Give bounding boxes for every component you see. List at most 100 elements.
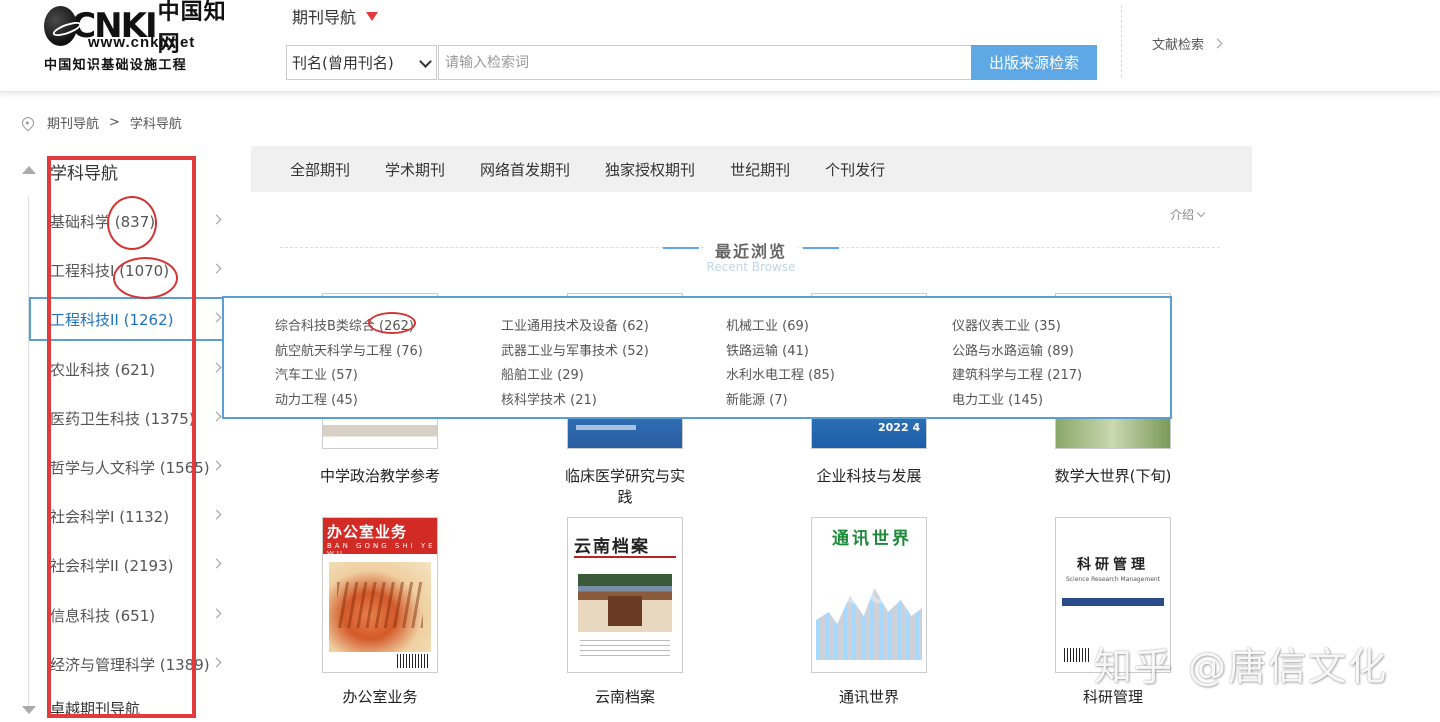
cover-title-band: 办公室业务 BAN GONG SHI YE WU xyxy=(323,518,437,558)
sidebar-item-label: 基础科学 (837) xyxy=(50,212,156,231)
submenu-item[interactable]: 核科学技术 (21) xyxy=(501,389,597,408)
logo-url: www.cnki.net xyxy=(88,34,196,51)
journal-cover[interactable]: 通讯世界 5G xyxy=(811,517,927,673)
cover-text-lines xyxy=(580,640,670,660)
excellent-journal-nav[interactable]: 卓越期刊导航 xyxy=(50,698,140,719)
sidebar-item-label: 工程科技I (1070) xyxy=(50,261,170,280)
journal-nav-menu[interactable]: 期刊导航 xyxy=(292,4,379,28)
submenu-item[interactable]: 武器工业与军事技术 (52) xyxy=(501,340,649,359)
journal-item: 云南档案 云南档案 xyxy=(550,517,700,708)
submenu-item[interactable]: 铁路运输 (41) xyxy=(726,340,809,359)
journal-item: 临床医学研究与实践 xyxy=(550,466,700,508)
journal-cover[interactable] xyxy=(567,419,683,449)
chevron-right-icon xyxy=(211,214,222,225)
journal-item: 中学政治教学参考 xyxy=(305,466,455,487)
breadcrumb-item-subject-nav[interactable]: 学科导航 xyxy=(130,113,182,132)
sidebar-item-information-tech[interactable]: 信息科技 (651) xyxy=(50,602,225,628)
chevron-down-icon xyxy=(1196,208,1206,218)
submenu-item[interactable]: 电力工业 (145) xyxy=(952,389,1043,408)
journal-name[interactable]: 数学大世界(下旬) xyxy=(1038,466,1188,487)
submenu-item[interactable]: 船舶工业 (29) xyxy=(501,364,584,383)
search-input[interactable] xyxy=(438,45,972,80)
chevron-right-icon xyxy=(211,608,222,619)
journal-name[interactable]: 企业科技与发展 xyxy=(794,466,944,487)
journal-item: 办公室业务 BAN GONG SHI YE WU 办公室业务 xyxy=(305,517,455,708)
sidebar-item-label: 社会科学I (1132) xyxy=(50,507,170,526)
source-search-button[interactable]: 出版来源检索 xyxy=(971,45,1097,80)
chevron-right-icon xyxy=(211,657,222,668)
sidebar-item-humanities[interactable]: 哲学与人文科学 (1565) xyxy=(50,454,225,480)
sidebar-item-agriculture[interactable]: 农业科技 (621) xyxy=(50,356,225,382)
journal-item: 企业科技与发展 xyxy=(794,466,944,487)
journal-name[interactable]: 云南档案 xyxy=(550,687,700,708)
chevron-right-icon xyxy=(211,460,222,471)
breadcrumb: 期刊导航 > 学科导航 xyxy=(19,113,182,132)
expand-down-icon[interactable] xyxy=(22,706,36,714)
submenu-item[interactable]: 新能源 (7) xyxy=(726,389,788,408)
journal-cover[interactable] xyxy=(322,419,438,449)
tab-online-first[interactable]: 网络首发期刊 xyxy=(480,159,570,180)
journal-cover[interactable]: 2022 4 xyxy=(811,419,927,449)
submenu-item[interactable]: 航空航天科学与工程 (76) xyxy=(275,340,423,359)
submenu-item[interactable]: 公路与水路运输 (89) xyxy=(952,340,1074,359)
cover-art xyxy=(329,562,431,652)
journal-cover[interactable]: 办公室业务 BAN GONG SHI YE WU xyxy=(322,517,438,673)
breadcrumb-item-journal-nav[interactable]: 期刊导航 xyxy=(47,113,99,132)
cover-art xyxy=(578,574,672,632)
recent-browse-title: 最近浏览 xyxy=(704,238,798,262)
submenu-item[interactable]: 综合科技B类综合 (262) xyxy=(275,315,414,334)
recent-browse-header: 最近浏览 Recent Browse xyxy=(280,238,1220,278)
journal-cover[interactable] xyxy=(1055,419,1171,449)
chevron-right-icon xyxy=(211,509,222,520)
chevron-right-icon xyxy=(211,312,222,323)
submenu-item[interactable]: 工业通用技术及设备 (62) xyxy=(501,315,649,334)
cover-issue: 2022 4 xyxy=(878,421,921,434)
sidebar-item-label: 农业科技 (621) xyxy=(50,360,156,379)
cnki-logo[interactable]: CNKI 中国知网 www.cnki.net 中国知识基础设施工程 xyxy=(44,0,234,73)
submenu-item[interactable]: 建筑科学与工程 (217) xyxy=(952,364,1082,383)
chevron-down-icon xyxy=(419,55,432,68)
doc-search-label: 文献检索 xyxy=(1152,38,1205,53)
sidebar-item-social-science-2[interactable]: 社会科学II (2193) xyxy=(50,552,225,578)
journal-tabs: 全部期刊 学术期刊 网络首发期刊 独家授权期刊 世纪期刊 个刊发行 xyxy=(251,146,1252,192)
sidebar-item-engineering-2[interactable]: 工程科技II (1262) xyxy=(50,306,225,332)
intro-toggle[interactable]: 介绍 xyxy=(1170,206,1206,223)
submenu-item[interactable]: 汽车工业 (57) xyxy=(275,364,358,383)
search-field-value: 刊名(曾用刊名) xyxy=(292,54,394,72)
sidebar-item-basic-science[interactable]: 基础科学 (837) xyxy=(50,208,225,234)
submenu-item[interactable]: 水利水电工程 (85) xyxy=(726,364,835,383)
journal-name[interactable]: 临床医学研究与实践 xyxy=(550,466,700,508)
cover-bar xyxy=(1062,598,1164,606)
accent-line xyxy=(663,247,699,249)
sidebar-item-engineering-1[interactable]: 工程科技I (1070) xyxy=(50,257,225,283)
sidebar-item-label: 信息科技 (651) xyxy=(50,606,156,625)
cover-pinyin: BAN GONG SHI YE WU xyxy=(327,542,436,558)
sidebar-title[interactable]: 学科导航 xyxy=(50,159,118,184)
tab-academic-journals[interactable]: 学术期刊 xyxy=(385,159,445,180)
cover-title: 科研管理 xyxy=(1077,557,1149,573)
triangle-down-icon xyxy=(366,11,379,21)
cover-title: 云南档案 xyxy=(574,537,650,557)
breadcrumb-separator: > xyxy=(109,115,120,130)
journal-name[interactable]: 中学政治教学参考 xyxy=(305,466,455,487)
journal-name[interactable]: 办公室业务 xyxy=(305,687,455,708)
header-divider xyxy=(1121,5,1122,77)
sidebar-item-social-science-1[interactable]: 社会科学I (1132) xyxy=(50,503,225,529)
submenu-item[interactable]: 动力工程 (45) xyxy=(275,389,358,408)
sidebar-item-economics[interactable]: 经济与管理科学 (1389) xyxy=(50,651,225,677)
tab-individual-issue[interactable]: 个刊发行 xyxy=(825,159,885,180)
collapse-up-icon[interactable] xyxy=(22,166,36,174)
journal-cover[interactable]: 云南档案 xyxy=(567,517,683,673)
submenu-item[interactable]: 机械工业 (69) xyxy=(726,315,809,334)
tab-century[interactable]: 世纪期刊 xyxy=(730,159,790,180)
cover-subtitle: Science Research Management xyxy=(1065,576,1161,583)
cover-badge: 5G xyxy=(846,576,892,611)
tab-all-journals[interactable]: 全部期刊 xyxy=(290,159,350,180)
doc-search-link[interactable]: 文献检索 xyxy=(1152,34,1223,53)
submenu-item[interactable]: 仪器仪表工业 (35) xyxy=(952,315,1061,334)
journal-name[interactable]: 通讯世界 xyxy=(794,687,944,708)
search-field-select[interactable]: 刊名(曾用刊名) xyxy=(286,45,437,80)
chevron-right-icon xyxy=(211,411,222,422)
sidebar-item-medicine[interactable]: 医药卫生科技 (1375) xyxy=(50,405,225,431)
tab-exclusive[interactable]: 独家授权期刊 xyxy=(605,159,695,180)
